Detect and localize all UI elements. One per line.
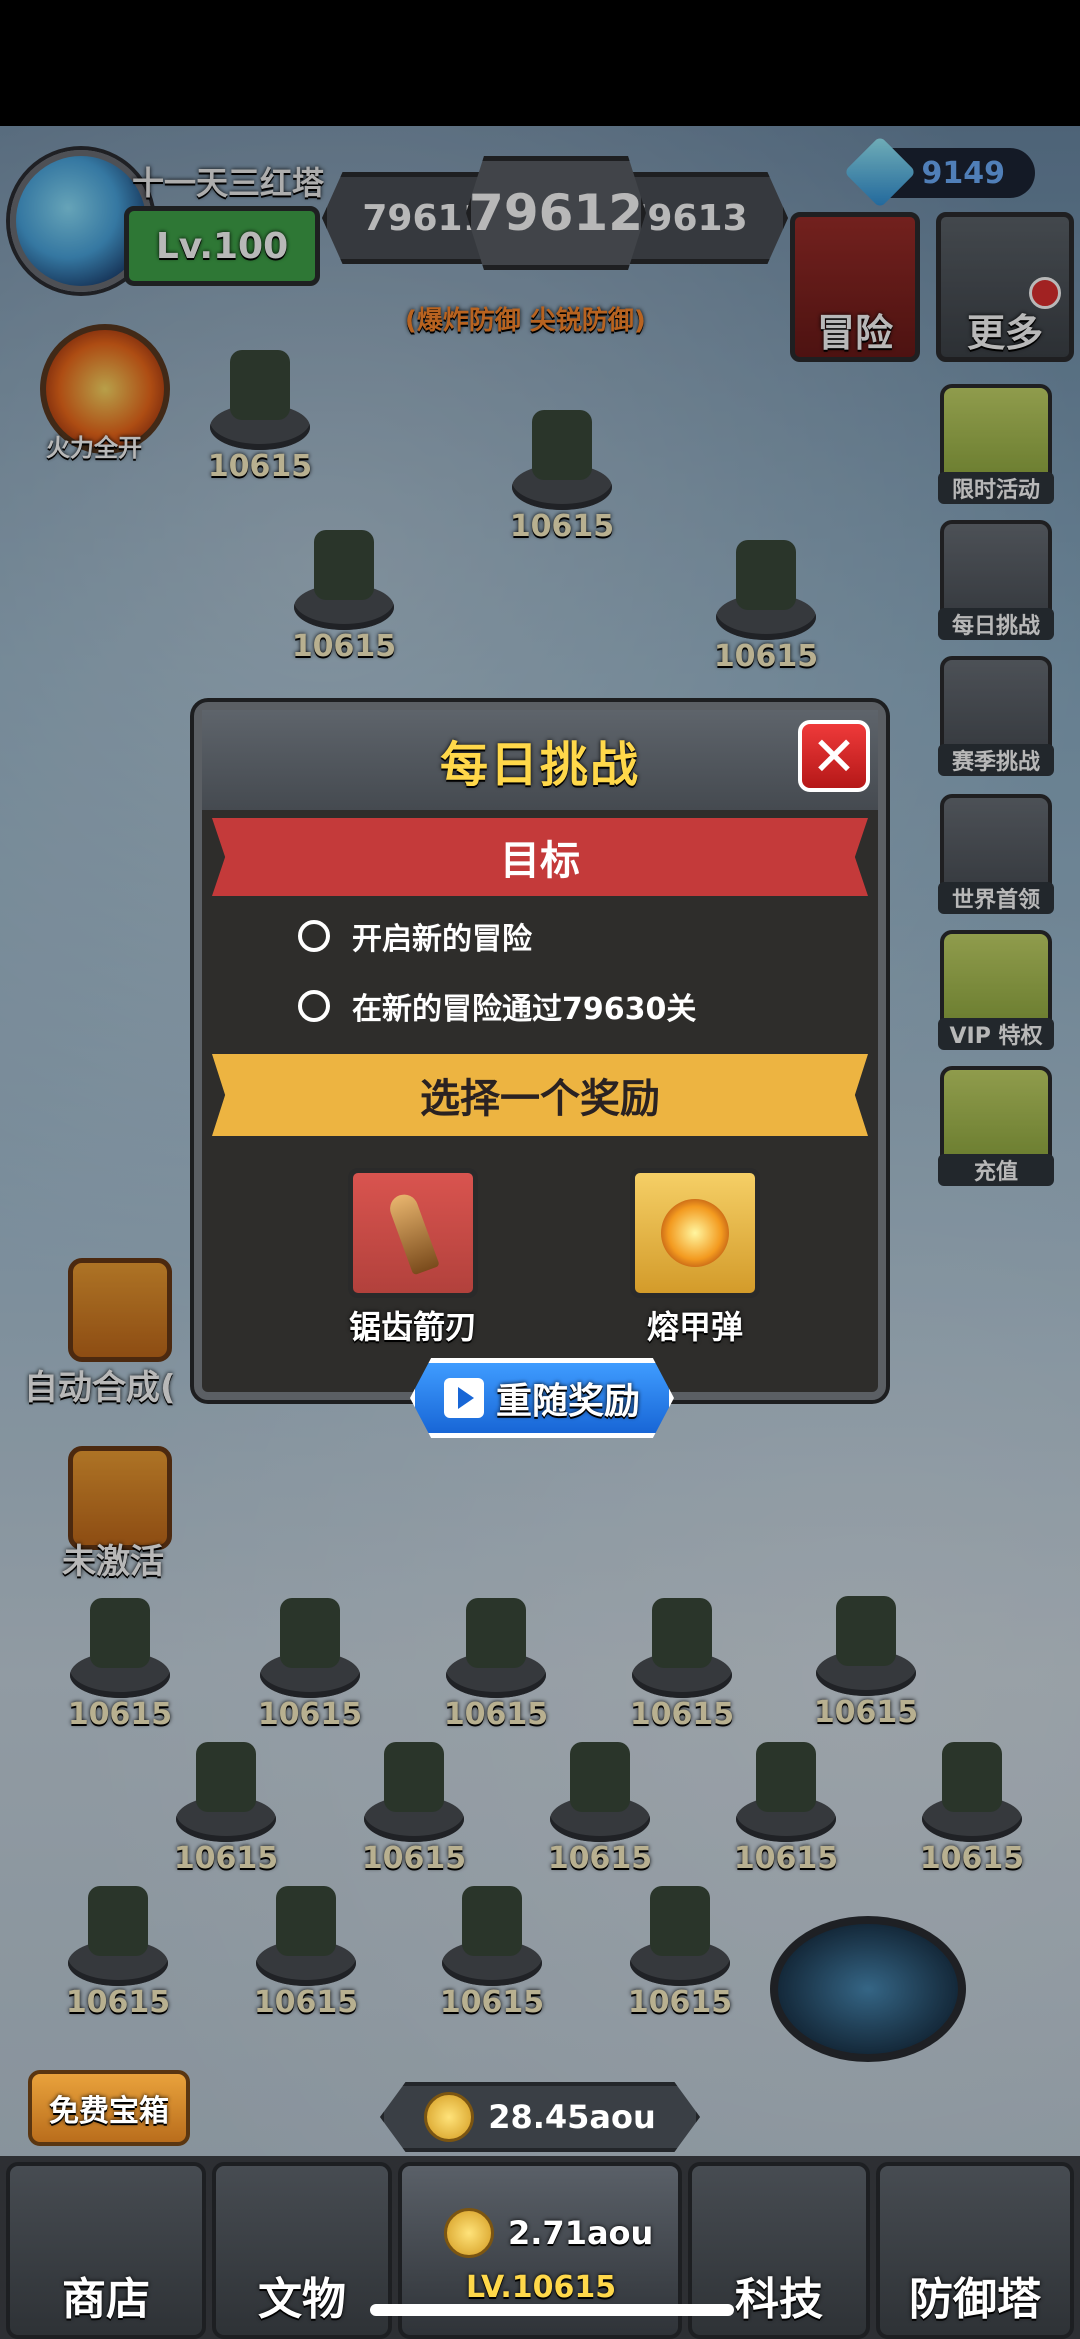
radio-circle-icon <box>298 990 330 1022</box>
upgrade-cost: 2.71aou <box>444 2208 653 2258</box>
objective-text: 开启新的冒险 <box>352 922 532 957</box>
reward-label: 熔甲弹 <box>646 1308 743 1346</box>
close-icon: ✕ <box>811 724 857 788</box>
reward-header: 选择一个奖励 <box>212 1054 868 1136</box>
radio-circle-icon <box>298 920 330 952</box>
nav-defense-tower[interactable]: 防御塔 <box>876 2162 1074 2339</box>
home-indicator[interactable] <box>370 2304 734 2316</box>
daily-challenge-modal: 每日挑战 ✕ 目标 开启新的冒险 在新的冒险通过79630关 选择一个奖励 锯齿… <box>194 702 886 1400</box>
modal-title: 每日挑战 <box>439 737 640 793</box>
reward-option-saw-blade[interactable] <box>348 1168 478 1298</box>
coin-icon <box>424 2092 475 2142</box>
free-chest-button[interactable]: 免费宝箱 <box>28 2070 190 2146</box>
reward-option-armor-melt[interactable] <box>630 1168 760 1298</box>
play-video-icon <box>443 1378 484 1418</box>
objective-item: 在新的冒险通过79630关 <box>298 984 696 1028</box>
nav-relics[interactable]: 文物 <box>212 2162 392 2339</box>
upgrade-level: LV.10615 <box>466 2270 617 2305</box>
close-button[interactable]: ✕ <box>798 720 870 792</box>
reward-label: 锯齿箭刃 <box>348 1308 477 1346</box>
coin-counter: 28.45aou <box>380 2082 700 2152</box>
reroll-label: 重随奖励 <box>495 1381 640 1422</box>
reroll-reward-button[interactable]: 重随奖励 <box>410 1358 674 1438</box>
upgrade-cost-amount: 2.71aou <box>508 2214 654 2252</box>
nav-shop[interactable]: 商店 <box>6 2162 206 2339</box>
drill-blade-icon <box>386 1190 440 1276</box>
modal-header: 每日挑战 ✕ <box>202 710 878 810</box>
objective-item: 开启新的冒险 <box>298 914 532 958</box>
explosion-icon <box>661 1199 729 1267</box>
coin-amount: 28.45aou <box>488 2098 656 2136</box>
objective-text: 在新的冒险通过79630关 <box>352 992 697 1027</box>
coin-icon <box>444 2208 494 2258</box>
goal-header: 目标 <box>212 818 868 896</box>
